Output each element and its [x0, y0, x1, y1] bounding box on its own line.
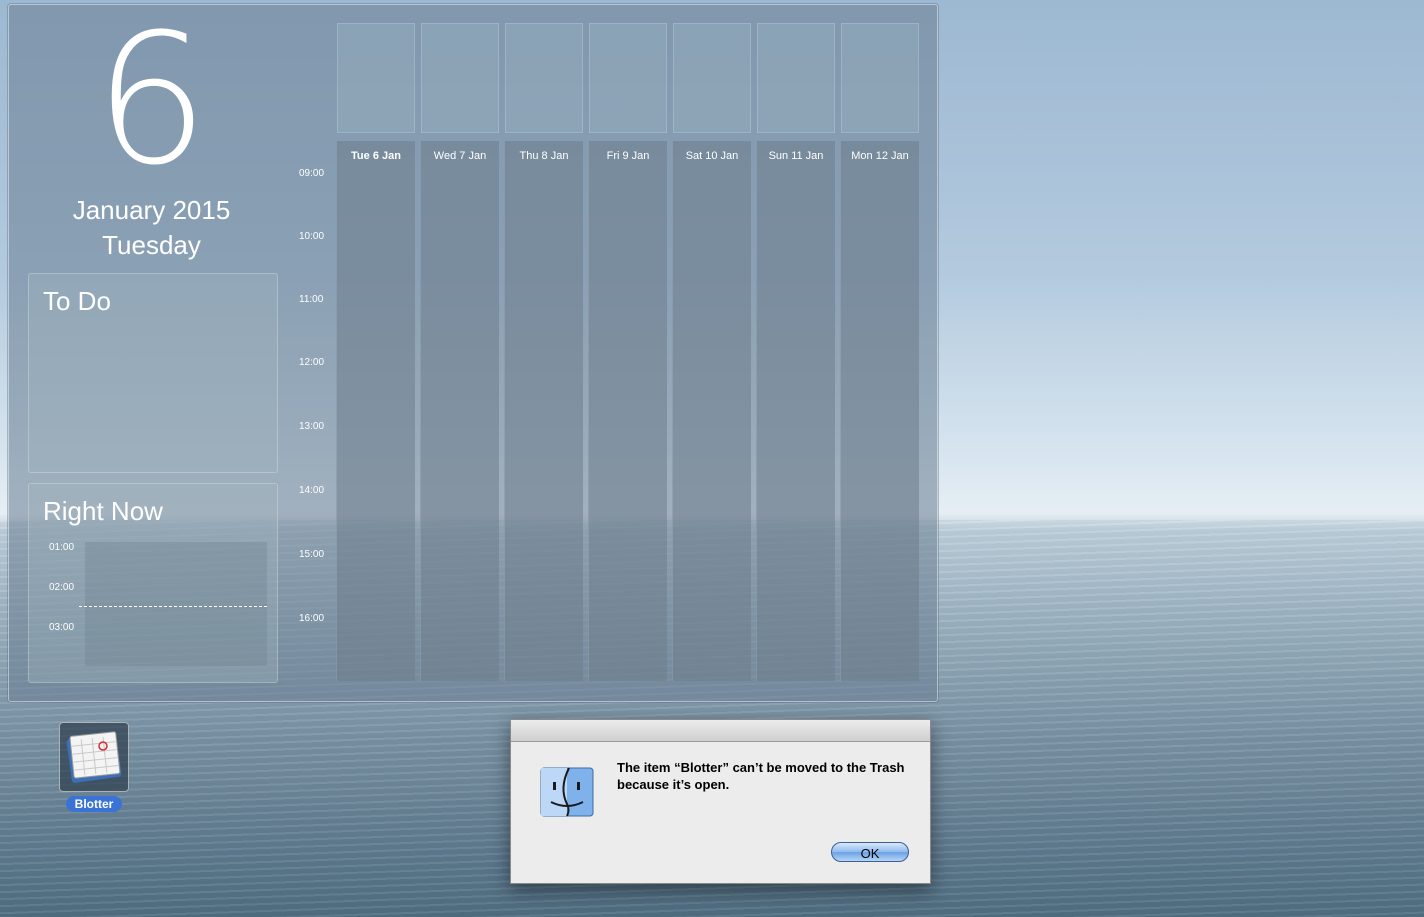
day-header: Sat 10 Jan [685, 150, 739, 162]
calendar-icon[interactable] [59, 722, 129, 792]
right-now-time: 01:00 [49, 542, 75, 553]
day-header: Thu 8 Jan [519, 150, 569, 162]
right-now-panel[interactable]: Right Now 01:00 02:00 03:00 [28, 483, 278, 683]
all-day-cell[interactable] [337, 23, 415, 133]
month-year: January 2015 [72, 195, 231, 225]
all-day-cell[interactable] [589, 23, 667, 133]
right-now-time: 02:00 [49, 582, 75, 593]
blotter-desktop-icon[interactable]: Blotter [59, 722, 129, 813]
hour-label: 09:00 [299, 168, 325, 179]
all-day-cell[interactable] [841, 23, 919, 133]
day-header: Tue 6 Jan [351, 150, 401, 162]
day-header: Mon 12 Jan [851, 150, 909, 162]
finder-icon [539, 764, 595, 820]
right-now-timeline [85, 542, 267, 666]
todo-panel[interactable]: To Do [28, 273, 278, 473]
ok-button[interactable]: OK [831, 842, 909, 862]
day-column[interactable]: Fri 9 Jan [588, 141, 667, 681]
day-header: Sun 11 Jan [768, 150, 824, 162]
day-header: Fri 9 Jan [606, 150, 650, 162]
day-column[interactable]: Tue 6 Jan [336, 141, 415, 681]
hour-label: 13:00 [299, 421, 325, 432]
dialog-titlebar[interactable] [511, 720, 930, 742]
day-header: Wed 7 Jan [433, 150, 487, 162]
weekday: Tuesday [102, 230, 201, 260]
all-day-cell[interactable] [421, 23, 499, 133]
day-column[interactable]: Sun 11 Jan [756, 141, 835, 681]
hour-label: 16:00 [299, 613, 325, 624]
day-column[interactable]: Thu 8 Jan [504, 141, 583, 681]
all-day-cell[interactable] [673, 23, 751, 133]
right-now-title: Right Now [43, 496, 163, 526]
hour-label: 10:00 [299, 231, 325, 242]
todo-title: To Do [43, 286, 111, 316]
hour-label: 15:00 [299, 549, 325, 560]
day-column[interactable]: Wed 7 Jan [420, 141, 499, 681]
all-day-cell[interactable] [505, 23, 583, 133]
day-number: 6 [94, 0, 209, 205]
hour-label: 12:00 [299, 357, 325, 368]
current-time-line [79, 606, 267, 607]
all-day-cell[interactable] [757, 23, 835, 133]
blotter-widget: 6 January 2015 Tuesday To Do Right Now 0… [8, 4, 938, 702]
desktop-icon-label[interactable]: Blotter [65, 796, 123, 812]
alert-dialog: The item “Blotter” can’t be moved to the… [510, 719, 931, 884]
day-column[interactable]: Mon 12 Jan [840, 141, 919, 681]
dialog-message: The item “Blotter” can’t be moved to the… [617, 760, 905, 792]
hour-label: 11:00 [299, 294, 324, 305]
hour-label: 14:00 [299, 485, 325, 496]
right-now-time: 03:00 [49, 622, 75, 633]
day-column[interactable]: Sat 10 Jan [672, 141, 751, 681]
